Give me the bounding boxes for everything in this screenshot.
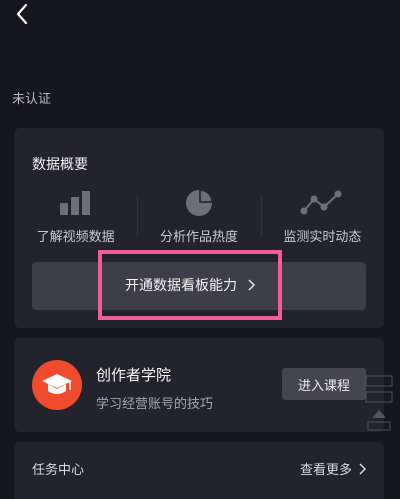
line-chart-icon xyxy=(300,186,344,220)
feature-realtime-monitor: 监测实时动态 xyxy=(260,186,384,248)
feature-work-heat: 分析作品热度 xyxy=(137,186,260,248)
bar-chart-icon xyxy=(56,186,96,220)
feature-list: 了解视频数据 分析作品热度 监测实时动态 xyxy=(14,186,384,248)
watermark xyxy=(362,370,396,434)
open-dashboard-label: 开通数据看板能力 xyxy=(125,278,237,294)
feature-video-data: 了解视频数据 xyxy=(14,186,137,248)
feature-label: 监测实时动态 xyxy=(283,230,362,245)
chevron-right-icon xyxy=(248,279,255,291)
task-center-title: 任务中心 xyxy=(32,463,85,478)
pie-chart-icon xyxy=(183,186,215,220)
enter-course-button[interactable]: 进入课程 xyxy=(282,368,366,400)
academy-title: 创作者学院 xyxy=(96,366,172,384)
view-more-label: 查看更多 xyxy=(299,463,352,478)
graduation-cap-icon xyxy=(32,360,82,410)
data-overview-title: 数据概要 xyxy=(32,157,88,173)
feature-label: 分析作品热度 xyxy=(159,230,238,245)
creator-academy-card[interactable]: 创作者学院 学习经营账号的技巧 进入课程 xyxy=(14,338,384,432)
chevron-left-icon xyxy=(16,3,28,25)
verification-status: 未认证 xyxy=(12,92,52,107)
back-button[interactable] xyxy=(8,0,36,28)
feature-label: 了解视频数据 xyxy=(36,230,115,245)
academy-subtitle: 学习经营账号的技巧 xyxy=(96,397,214,412)
task-center-card: 任务中心 查看更多 xyxy=(14,442,384,499)
open-dashboard-highlight[interactable]: 开通数据看板能力 xyxy=(98,250,282,320)
chevron-right-icon xyxy=(359,462,366,475)
view-more-link[interactable]: 查看更多 xyxy=(300,459,366,478)
